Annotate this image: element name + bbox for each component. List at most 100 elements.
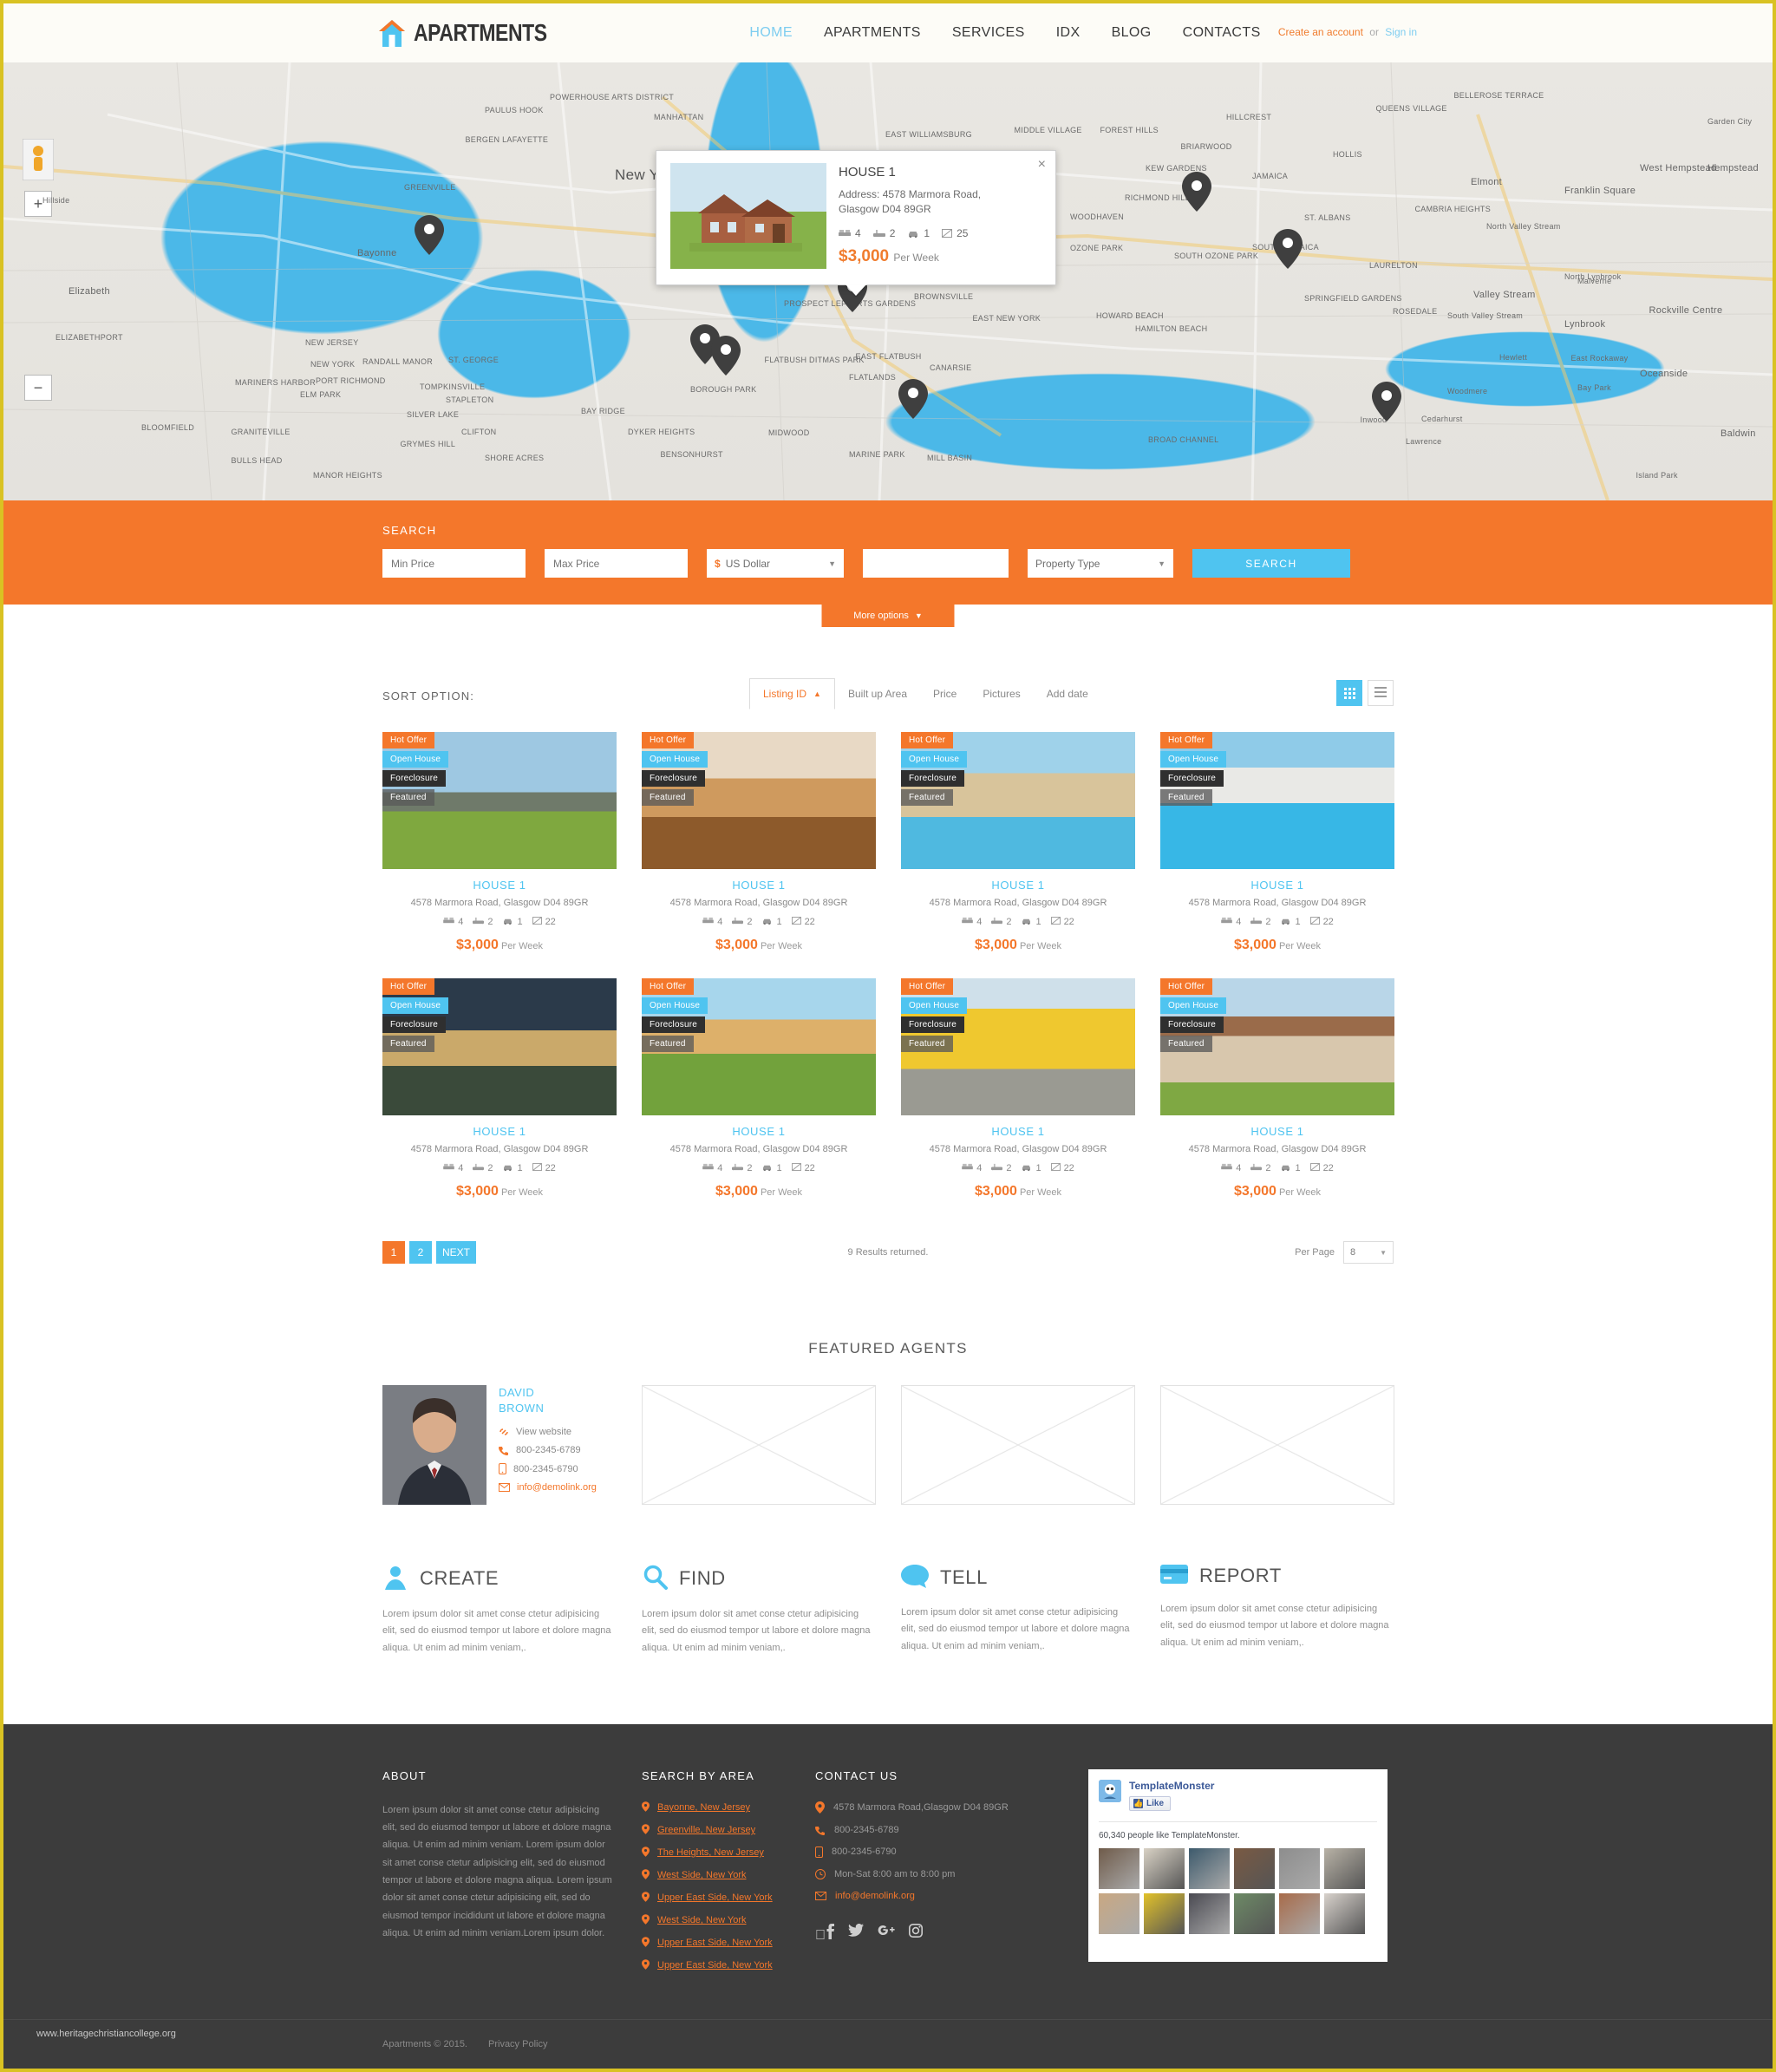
sort-tab-add-date[interactable]: Add date [1034,679,1101,709]
create-account-link[interactable]: Create an account [1278,26,1363,38]
page-button-2[interactable]: 2 [409,1241,432,1264]
facebook-friend-avatar[interactable] [1144,1847,1185,1889]
footer-area-link[interactable]: Upper East Side, New York [657,1892,773,1903]
search-submit-button[interactable]: SEARCH [1192,549,1350,578]
property-title[interactable]: HOUSE 1 [642,1125,876,1138]
property-image[interactable]: Hot Offer Open House Foreclosure Featured [382,978,617,1115]
property-card[interactable]: Hot Offer Open House Foreclosure Featured HO… [1160,732,1394,953]
property-image[interactable]: Hot Offer Open House Foreclosure Featured [901,978,1135,1115]
currency-select[interactable]: $ US Dollar ▼ [707,549,844,578]
footer-area-link[interactable]: Upper East Side, New York [657,1938,773,1948]
property-title[interactable]: HOUSE 1 [901,1125,1135,1138]
sort-tab-pictures[interactable]: Pictures [970,679,1033,709]
footer-area-item[interactable]: Greenville, New Jersey [642,1824,815,1837]
map-marker[interactable] [415,215,444,256]
close-icon[interactable]: × [1038,158,1046,172]
property-image[interactable]: Hot Offer Open House Foreclosure Featured [1160,732,1394,869]
sign-in-link[interactable]: Sign in [1385,26,1417,38]
keyword-input[interactable] [863,549,1009,578]
nav-item-idx[interactable]: IDX [1056,25,1081,41]
facebook-friend-avatar[interactable] [1189,1847,1230,1889]
facebook-friend-avatar[interactable] [1234,1847,1275,1889]
facebook-friend-avatar[interactable] [1324,1847,1365,1889]
property-image[interactable]: Hot Offer Open House Foreclosure Featured [901,732,1135,869]
pegman-street-view-control[interactable] [22,138,55,181]
facebook-icon[interactable]:  [815,1923,834,1944]
nav-item-home[interactable]: HOME [749,25,793,41]
footer-area-link[interactable]: Bayonne, New Jersey [657,1802,750,1813]
facebook-friend-avatar[interactable] [1144,1892,1185,1934]
property-card[interactable]: Hot Offer Open House Foreclosure Featured HO… [642,732,876,953]
property-title[interactable]: HOUSE 1 [382,879,617,892]
sort-tab-built-up-area[interactable]: Built up Area [835,679,920,709]
facebook-friend-avatar[interactable] [1279,1847,1320,1889]
footer-area-item[interactable]: Bayonne, New Jersey [642,1801,815,1814]
property-image[interactable]: Hot Offer Open House Foreclosure Featured [1160,978,1394,1115]
properties-map[interactable]: + − New York MANHATTAN POWERHOUSE ARTS DIS… [3,62,1773,500]
footer-area-item[interactable]: Upper East Side, New York [642,1892,815,1905]
facebook-friend-avatar[interactable] [1279,1892,1320,1934]
nav-item-contacts[interactable]: CONTACTS [1183,25,1261,41]
footer-area-link[interactable]: West Side, New York [657,1870,747,1880]
facebook-friend-avatar[interactable] [1099,1847,1139,1889]
property-card[interactable]: Hot Offer Open House Foreclosure Featured HO… [642,978,876,1199]
property-card[interactable]: Hot Offer Open House Foreclosure Featured HO… [901,978,1135,1199]
property-image[interactable]: Hot Offer Open House Foreclosure Featured [382,732,617,869]
footer-area-item[interactable]: Upper East Side, New York [642,1959,815,1972]
facebook-like-button[interactable]: 👍 Like [1129,1795,1172,1811]
property-card[interactable]: Hot Offer Open House Foreclosure Featured HO… [901,732,1135,953]
property-card[interactable]: Hot Offer Open House Foreclosure Featured HO… [382,978,617,1199]
property-card[interactable]: Hot Offer Open House Foreclosure Featured HO… [382,732,617,953]
per-page-select[interactable]: 8 ▼ [1343,1241,1394,1264]
footer-email[interactable]: info@demolink.org [835,1891,915,1901]
instagram-icon[interactable] [909,1923,923,1944]
page-button-1[interactable]: 1 [382,1241,405,1264]
property-title[interactable]: HOUSE 1 [1160,879,1394,892]
footer-area-link[interactable]: Upper East Side, New York [657,1960,773,1971]
sort-tab-price[interactable]: Price [920,679,970,709]
agent-website-row[interactable]: View website [499,1427,597,1437]
agent-email[interactable]: info@demolink.org [517,1482,597,1493]
footer-area-item[interactable]: West Side, New York [642,1914,815,1927]
footer-area-link[interactable]: The Heights, New Jersey [657,1847,764,1858]
map-marker[interactable] [711,336,741,376]
property-title[interactable]: HOUSE 1 [642,879,876,892]
property-card[interactable]: Hot Offer Open House Foreclosure Featured HO… [1160,978,1394,1199]
property-image[interactable]: Hot Offer Open House Foreclosure Featured [642,978,876,1115]
facebook-friend-avatar[interactable] [1324,1892,1365,1934]
grid-view-icon[interactable] [1336,680,1362,706]
footer-area-item[interactable]: The Heights, New Jersey [642,1846,815,1860]
property-title[interactable]: HOUSE 1 [901,879,1135,892]
property-type-select[interactable]: Property Type ▼ [1028,549,1173,578]
property-image[interactable]: Hot Offer Open House Foreclosure Featured [642,732,876,869]
facebook-friend-avatar[interactable] [1099,1892,1139,1934]
map-marker[interactable] [1372,381,1401,422]
facebook-friend-avatar[interactable] [1189,1892,1230,1934]
property-title[interactable]: HOUSE 1 [382,1125,617,1138]
min-price-input[interactable] [382,549,526,578]
sort-tab-listing-id[interactable]: Listing ID ▲ [749,678,835,709]
footer-area-link[interactable]: Greenville, New Jersey [657,1825,755,1835]
nav-item-services[interactable]: SERVICES [952,25,1025,41]
footer-area-item[interactable]: Upper East Side, New York [642,1937,815,1950]
agent-email-row[interactable]: info@demolink.org [499,1482,597,1493]
facebook-friend-avatar[interactable] [1234,1892,1275,1934]
footer-area-item[interactable]: West Side, New York [642,1869,815,1882]
site-logo[interactable]: APARTMENTS [378,18,576,48]
nav-item-apartments[interactable]: APARTMENTS [824,25,921,41]
map-marker[interactable] [1273,228,1303,269]
map-marker[interactable] [898,379,928,420]
list-view-icon[interactable] [1368,680,1394,706]
footer-area-link[interactable]: West Side, New York [657,1915,747,1925]
property-title[interactable]: HOUSE 1 [1160,1125,1394,1138]
privacy-policy-link[interactable]: Privacy Policy [488,2039,547,2049]
max-price-input[interactable] [545,549,688,578]
next-page-button[interactable]: NEXT [436,1241,476,1264]
nav-item-blog[interactable]: BLOG [1112,25,1152,41]
map-marker[interactable] [1182,172,1211,212]
map-zoom-out-button[interactable]: − [24,375,52,401]
more-options-button[interactable]: More options ▼ [821,605,955,627]
twitter-icon[interactable] [848,1923,864,1944]
footer-email-row[interactable]: info@demolink.org [815,1891,1067,1901]
google-plus-icon[interactable] [878,1924,895,1944]
